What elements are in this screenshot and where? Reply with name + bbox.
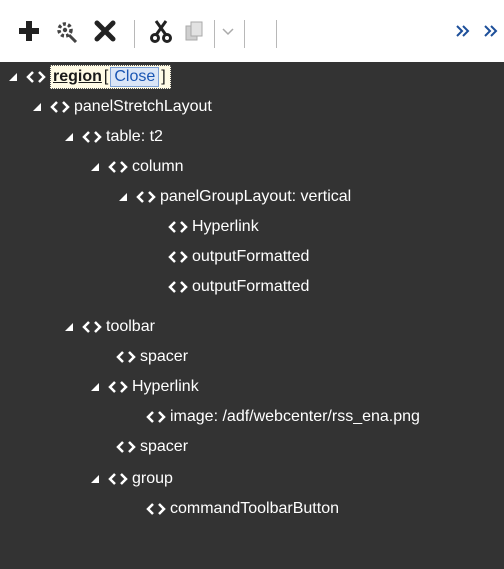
tree-node[interactable]: column [88, 152, 184, 182]
component-tree: region [ Close ] panelStretchLayout tabl… [0, 62, 504, 569]
tree-node[interactable]: image: /adf/webcenter/rss_ena.png [146, 402, 420, 432]
bracket-close: ] [161, 68, 166, 85]
tree-node-label: commandToolbarButton [170, 500, 339, 517]
tree-node-label: image: /adf/webcenter/rss_ena.png [170, 408, 420, 425]
toolbar-separator [134, 20, 135, 48]
tree-node-label: spacer [140, 348, 189, 365]
chevron-expanded-icon[interactable] [88, 472, 102, 486]
copy-icon [183, 20, 205, 47]
tag-icon [108, 379, 128, 395]
tree-node-label: table: t2 [106, 128, 163, 145]
chevron-expanded-icon[interactable] [62, 320, 76, 334]
tree-node-label: panelGroupLayout: vertical [160, 188, 352, 205]
add-button[interactable] [14, 18, 44, 48]
copy-button[interactable] [180, 18, 208, 48]
toolbar-separator [276, 20, 277, 48]
tree-node[interactable]: outputFormatted [168, 242, 309, 272]
overflow-button-secondary[interactable] [480, 18, 502, 48]
tag-icon [108, 471, 128, 487]
close-icon [94, 20, 116, 47]
gear-icon [55, 19, 79, 48]
tree-node[interactable]: Hyperlink [88, 372, 199, 402]
tree-node[interactable]: panelStretchLayout [30, 92, 212, 122]
bracket-open: [ [103, 68, 109, 85]
tree-node-label: outputFormatted [192, 248, 310, 265]
tree-node-label: Hyperlink [192, 218, 259, 235]
tree-node[interactable]: outputFormatted [168, 272, 309, 302]
tree-node[interactable]: spacer [116, 342, 188, 372]
tree-node-label[interactable]: region [53, 68, 102, 86]
tree-node[interactable]: group [88, 464, 173, 494]
tag-icon [146, 501, 166, 517]
tag-icon [168, 219, 188, 235]
tree-node-label: outputFormatted [192, 278, 310, 295]
tree-node-label: Hyperlink [132, 378, 199, 395]
chevron-expanded-icon[interactable] [62, 130, 76, 144]
plus-icon [18, 20, 40, 47]
tree-node[interactable]: panelGroupLayout: vertical [116, 182, 351, 212]
chevron-expanded-icon[interactable] [116, 190, 130, 204]
tree-node-label: column [132, 158, 184, 175]
tag-icon [82, 129, 102, 145]
chevron-expanded-icon[interactable] [88, 380, 102, 394]
double-chevron-right-icon [456, 24, 470, 42]
tree-node-label: spacer [140, 438, 189, 455]
delete-button[interactable] [90, 18, 120, 48]
tree-node-label: group [132, 470, 173, 487]
edit-button[interactable] [52, 18, 82, 48]
double-chevron-right-icon [484, 24, 498, 42]
tag-icon [146, 409, 166, 425]
copy-dropdown-button[interactable] [218, 18, 238, 48]
tag-icon [50, 99, 70, 115]
tag-icon [168, 279, 188, 295]
tag-icon [108, 159, 128, 175]
cut-icon [149, 19, 173, 48]
toolbar-separator [244, 20, 245, 48]
toolbar-separator [214, 20, 215, 48]
tree-node[interactable]: commandToolbarButton [146, 494, 339, 524]
overflow-button[interactable] [452, 18, 474, 48]
tag-icon [116, 439, 136, 455]
tag-icon [82, 319, 102, 335]
tree-node[interactable]: Hyperlink [168, 212, 259, 242]
tree-node[interactable]: toolbar [62, 312, 155, 342]
property-inspector-window: region [ Close ] panelStretchLayout tabl… [0, 0, 504, 569]
root-selection-box: region [ Close ] [50, 65, 171, 89]
tag-icon [116, 349, 136, 365]
tree-node[interactable]: table: t2 [62, 122, 163, 152]
tag-icon [26, 69, 46, 85]
chevron-expanded-icon[interactable] [6, 70, 20, 84]
tag-icon [168, 249, 188, 265]
tree-node-root[interactable]: region [ Close ] [6, 62, 171, 92]
chevron-down-icon [222, 24, 234, 42]
tree-node-label: toolbar [106, 318, 155, 335]
tree-node[interactable]: spacer [116, 432, 188, 462]
cut-button[interactable] [146, 18, 176, 48]
close-link[interactable]: Close [110, 67, 160, 87]
tag-icon [136, 189, 156, 205]
chevron-expanded-icon[interactable] [30, 100, 44, 114]
chevron-expanded-icon[interactable] [88, 160, 102, 174]
tree-node-label: panelStretchLayout [74, 98, 212, 115]
toolbar [0, 10, 504, 62]
